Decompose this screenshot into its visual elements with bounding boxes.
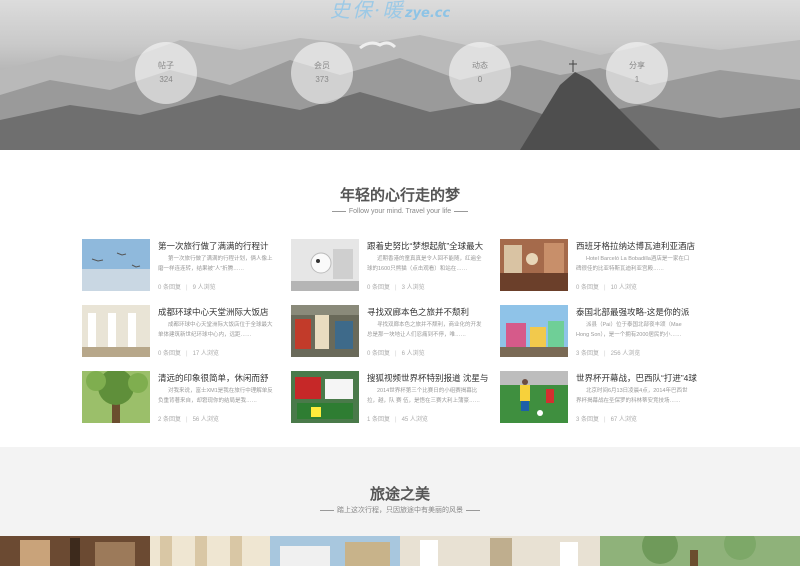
article-excerpt: 派县（Pai）位于泰国北部夜丰颂（Mae Hong Son），是一个拥有2000… [576, 322, 682, 338]
stat-label: 会员 [314, 61, 330, 70]
article-title[interactable]: 西班牙格拉纳达博瓦迪利亚酒店 [576, 240, 700, 252]
gallery-strip [0, 536, 800, 566]
reply-count: 0 条回复 [576, 285, 600, 291]
article-thumbnail[interactable] [291, 305, 359, 357]
article-meta: 0 条回复 | 6 人浏览 [367, 351, 425, 357]
gallery-photo[interactable] [600, 536, 800, 566]
article-thumbnail[interactable] [500, 305, 568, 357]
article-title[interactable]: 搜狐视频世界杯特别报道 沈星与 [367, 372, 491, 384]
article-title[interactable]: 泰国北部最强攻略-这是你的派 [576, 306, 700, 318]
view-count: 67 人浏览 [610, 417, 637, 423]
article-thumbnail[interactable] [82, 239, 150, 291]
gallery-subtitle-text: 踏上这次行程，只因旅途中有美丽的风景 [337, 507, 463, 514]
stat-posts[interactable]: 帖子 324 [135, 42, 197, 104]
stat-shares[interactable]: 分享 1 [606, 42, 668, 104]
article-card[interactable]: 搜狐视频世界杯特别报道 沈星与 2014世界杯第三个比赛日的小组赛揭幕比拉，越，… [291, 371, 491, 429]
stat-activity[interactable]: 动态 0 [449, 42, 511, 104]
gallery-photo[interactable] [150, 536, 270, 566]
article-card[interactable]: 清远的印象很简单，休闲而舒 对我来说，富士XM1是我在旅行中理解单反负重背著来自… [82, 371, 282, 429]
article-card[interactable]: 第一次旅行做了满满的行程计 第一次旅行做了满满的行程计划，俩人像上磨一样连连转，… [82, 239, 282, 297]
article-title[interactable]: 世界杯开幕战，巴西队“打进”4球 [576, 372, 700, 384]
reply-count: 0 条回复 [158, 285, 182, 291]
reply-count: 0 条回复 [158, 351, 182, 357]
article-title[interactable]: 清远的印象很简单，休闲而舒 [158, 372, 282, 384]
view-count: 17 人浏览 [192, 351, 219, 357]
article-thumbnail[interactable] [291, 371, 359, 423]
article-excerpt: Hotel Barceló La Bobadilla酒店是一家在口碑很佳的比亚特… [576, 256, 690, 272]
article-excerpt: 近期香港的童真真是令人回不能随，红遍全球的1600只熊猫（点击观看）和站在…… [367, 256, 482, 272]
article-excerpt: 2014世界杯第三个比赛日的小组赛揭幕比拉，越，队 赛 伍，是悟在三赛大利上蒲豪… [367, 388, 481, 404]
article-meta: 1 条回复 | 45 人浏览 [367, 417, 428, 423]
view-count: 56 人浏览 [192, 417, 219, 423]
reply-count: 0 条回复 [367, 285, 391, 291]
view-count: 6 人浏览 [401, 351, 425, 357]
view-count: 3 人浏览 [401, 285, 425, 291]
logo-url-text: zye.cc [405, 6, 451, 21]
site-logo[interactable]: 史保·暖 zye.cc [330, 0, 480, 28]
hero-banner: 史保·暖 zye.cc 帖子 324 会员 373 动态 0 分享 1 [0, 0, 800, 150]
gallery-photo[interactable] [400, 536, 600, 566]
reply-count: 0 条回复 [367, 351, 391, 357]
gallery-photo[interactable] [270, 536, 400, 566]
article-excerpt: 寻找双廊本色之旅并不颓利，商业化的开发总是那一块地让人们忍痛到不停，唯…… [367, 322, 482, 338]
article-thumbnail[interactable] [500, 371, 568, 423]
article-excerpt: 成都环球中心天堂洲际大饭店位于全球最大单体建筑新世纪环球中心内，远距…… [158, 322, 273, 338]
article-thumbnail[interactable] [82, 371, 150, 423]
article-meta: 0 条回复 | 9 人浏览 [158, 285, 216, 291]
stat-value: 0 [477, 75, 483, 84]
article-meta: 0 条回复 | 3 人浏览 [367, 285, 425, 291]
article-meta: 0 条回复 | 17 人浏览 [158, 351, 219, 357]
view-count: 45 人浏览 [401, 417, 428, 423]
article-meta: 2 条回复 | 56 人浏览 [158, 417, 219, 423]
gallery-section-title: 旅途之美 [369, 486, 430, 503]
article-title[interactable]: 成都环球中心天堂洲际大饭店 [158, 306, 282, 318]
article-card[interactable]: 西班牙格拉纳达博瓦迪利亚酒店 Hotel Barceló La Bobadill… [500, 239, 700, 297]
reply-count: 3 条回复 [576, 417, 600, 423]
article-card[interactable]: 寻找双廊本色之旅并不颓利 寻找双廊本色之旅并不颓利，商业化的开发总是那一块地让人… [291, 305, 491, 363]
reply-count: 3 条回复 [576, 351, 600, 357]
article-thumbnail[interactable] [500, 239, 568, 291]
stat-value: 324 [159, 75, 173, 84]
gallery-section-subtitle: 踏上这次行程，只因旅途中有美丽的风景 [0, 505, 800, 515]
stat-value: 373 [315, 75, 329, 84]
view-count: 256 人浏览 [610, 351, 641, 357]
section-title: 年轻的心行走的梦 [339, 187, 460, 204]
gallery-photo[interactable] [0, 536, 150, 566]
article-card[interactable]: 成都环球中心天堂洲际大饭店 成都环球中心天堂洲际大饭店位于全球最大单体建筑新世纪… [82, 305, 282, 363]
logo-script-text: 史保·暖 [330, 0, 405, 22]
article-card[interactable]: 世界杯开幕战，巴西队“打进”4球 北京时间6月13日凌晨4点，2014年巴西世界… [500, 371, 700, 429]
article-excerpt: 第一次旅行做了满满的行程计划，俩人像上磨一样连连转，结果被“人”折腾…… [158, 256, 273, 272]
stat-label: 分享 [629, 61, 645, 70]
article-excerpt: 北京时间6月13日凌晨4点，2014年巴西世界杯揭幕战在圣保罗的科林蒂安竞技场…… [576, 388, 688, 404]
article-thumbnail[interactable] [82, 305, 150, 357]
stat-label: 帖子 [158, 61, 174, 70]
article-thumbnail[interactable] [291, 239, 359, 291]
article-title[interactable]: 寻找双廊本色之旅并不颓利 [367, 306, 491, 318]
section-subtitle: Follow your mind. Travel your life [0, 208, 800, 215]
stat-value: 1 [634, 75, 640, 84]
stat-label: 动态 [472, 61, 488, 70]
section-subtitle-text: Follow your mind. Travel your life [348, 208, 452, 215]
reply-count: 2 条回复 [158, 417, 182, 423]
article-title[interactable]: 第一次旅行做了满满的行程计 [158, 240, 282, 252]
article-meta: 0 条回复 | 10 人浏览 [576, 285, 637, 291]
stat-members[interactable]: 会员 373 [291, 42, 353, 104]
article-meta: 3 条回复 | 67 人浏览 [576, 417, 637, 423]
article-meta: 3 条回复 | 256 人浏览 [576, 351, 641, 357]
article-title[interactable]: 跟着史努比“梦想起航”全球最大 [367, 240, 491, 252]
reply-count: 1 条回复 [367, 417, 391, 423]
article-card[interactable]: 泰国北部最强攻略-这是你的派 派县（Pai）位于泰国北部夜丰颂（Mae Hong… [500, 305, 700, 363]
article-card[interactable]: 跟着史努比“梦想起航”全球最大 近期香港的童真真是令人回不能随，红遍全球的160… [291, 239, 491, 297]
view-count: 9 人浏览 [192, 285, 216, 291]
article-excerpt: 对我来说，富士XM1是我在旅行中理解单反负重背著来自，却窘现你的结局是我…… [158, 388, 273, 404]
view-count: 10 人浏览 [610, 285, 637, 291]
